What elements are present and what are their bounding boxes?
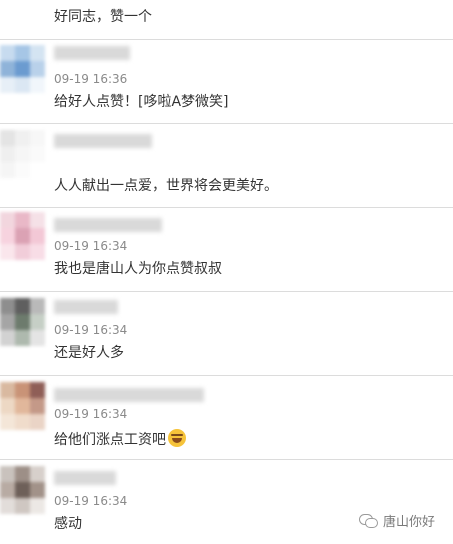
comment-text: 感动: [54, 516, 82, 532]
avatar[interactable]: [0, 130, 46, 178]
username-blurred[interactable]: [54, 471, 116, 485]
comment-time: 09-19 16:34: [54, 239, 128, 253]
list-item: 09-19 16:34 我也是唐山人为你点赞叔叔: [0, 208, 453, 292]
list-item: 09-19 16:34 还是好人多: [0, 292, 453, 376]
list-item: 09-19 16:34 感动: [0, 460, 453, 544]
laughing-tears-emoji-icon: [168, 429, 186, 447]
comment-text: 人人献出一点爱，世界将会更美好。: [54, 178, 278, 194]
username-blurred[interactable]: [54, 300, 118, 314]
comment-text: 我也是唐山人为你点赞叔叔: [54, 261, 222, 277]
username-blurred[interactable]: [54, 388, 204, 402]
avatar[interactable]: [0, 212, 46, 260]
comment-text: 给他们涨点工资吧: [54, 429, 186, 449]
comment-text-content: 给他们涨点工资吧: [54, 432, 166, 448]
list-item: 09-19 16:36 给好人点赞！[哆啦A梦微笑]: [0, 40, 453, 124]
comment-time: 09-19 16:34: [54, 494, 128, 508]
watermark: 唐山你好: [358, 511, 435, 530]
comment-text: 给好人点赞！[哆啦A梦微笑]: [54, 94, 229, 110]
avatar[interactable]: [0, 466, 46, 514]
watermark-text: 唐山你好: [382, 515, 435, 530]
comment-text: 好同志，赞一个: [54, 9, 152, 25]
username-blurred[interactable]: [54, 134, 152, 148]
comment-text: 还是好人多: [54, 345, 124, 361]
username-blurred[interactable]: [54, 218, 162, 232]
comment-time: 09-19 16:36: [54, 72, 128, 86]
list-item: 人人献出一点爱，世界将会更美好。: [0, 124, 453, 208]
comment-time: 09-19 16:34: [54, 407, 128, 421]
username-blurred[interactable]: [54, 46, 130, 60]
list-item: 09-19 16:34 给他们涨点工资吧: [0, 376, 453, 460]
wechat-icon: [358, 513, 378, 528]
comment-list: 好同志，赞一个 09-19 16:36 给好人点赞！[哆啦A梦微笑] 人人献出一…: [0, 0, 453, 544]
avatar[interactable]: [0, 382, 46, 430]
list-item: 好同志，赞一个: [0, 0, 453, 40]
avatar[interactable]: [0, 45, 46, 93]
avatar[interactable]: [0, 298, 46, 346]
comment-time: 09-19 16:34: [54, 323, 128, 337]
